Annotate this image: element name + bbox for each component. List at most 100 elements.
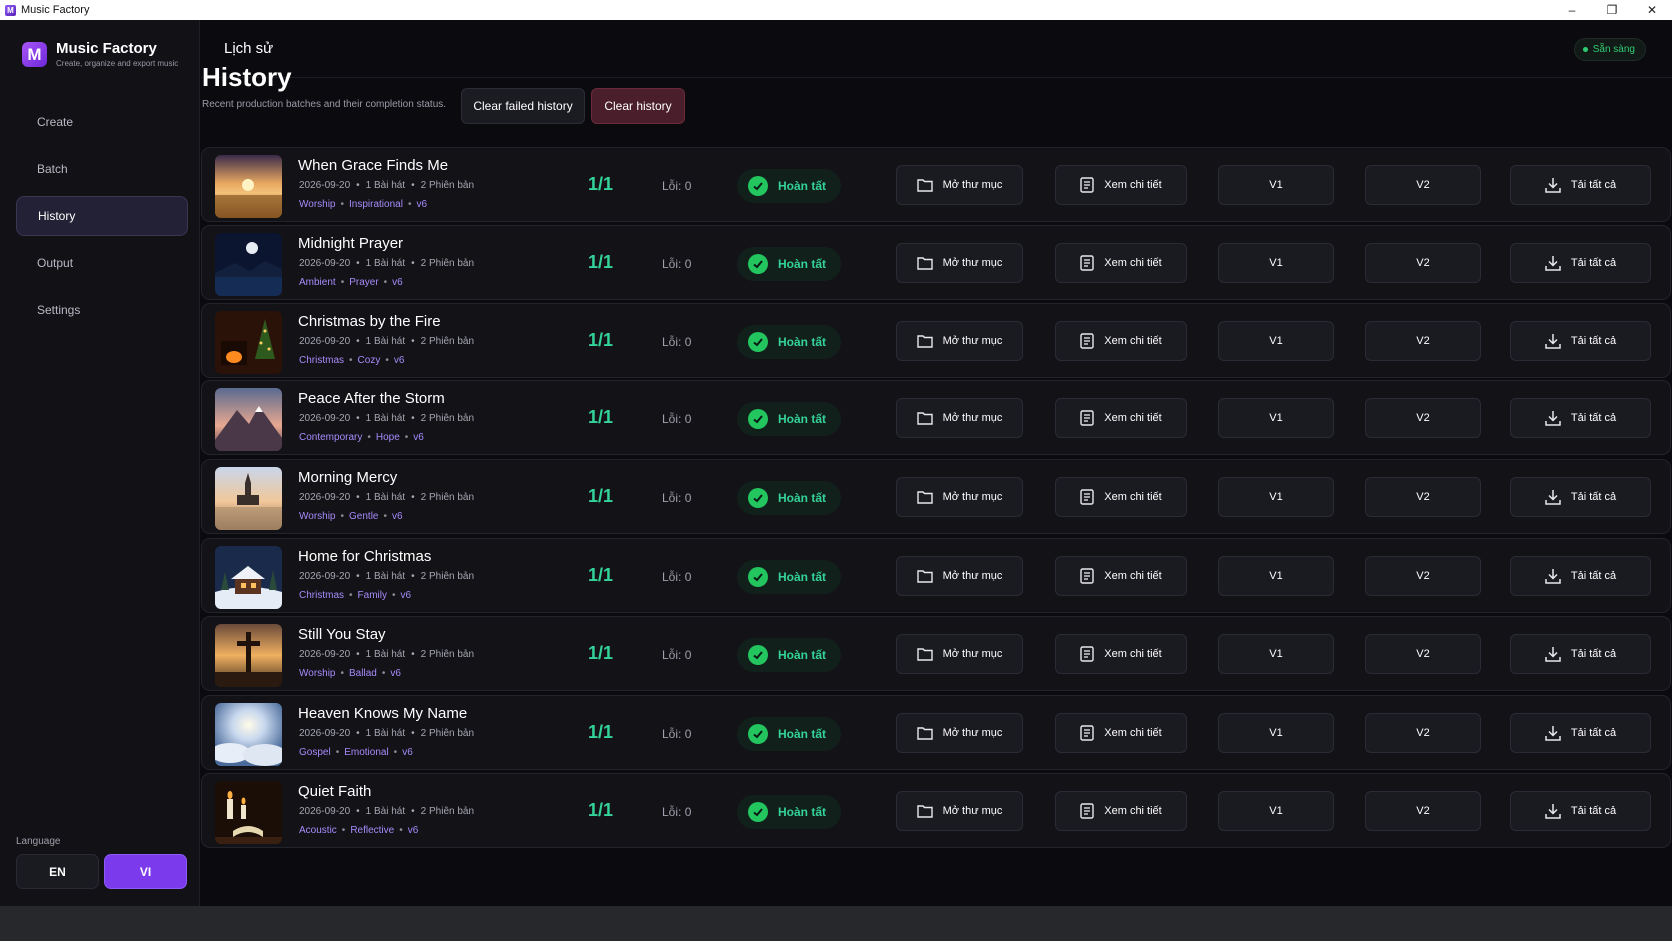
error-label: Lỗi: [662, 335, 685, 349]
tag: v6 [416, 199, 428, 210]
row-title: Morning Mercy [298, 469, 398, 486]
row-tags: Worship • Gentle • v6 [299, 511, 403, 522]
view-detail-button[interactable]: Xem chi tiết [1055, 165, 1187, 205]
v1-button[interactable]: V1 [1218, 165, 1334, 205]
view-detail-label: Xem chi tiết [1104, 570, 1162, 582]
sidebar-item-history[interactable]: History [16, 196, 188, 236]
restore-icon[interactable]: ❐ [1592, 0, 1632, 20]
check-circle-icon [748, 332, 768, 352]
tag: v6 [392, 277, 403, 288]
v2-button[interactable]: V2 [1365, 556, 1481, 596]
row-title: Still You Stay [298, 626, 386, 643]
status-badge: Hoàn tất [737, 717, 841, 751]
open-folder-label: Mở thư mục [942, 727, 1003, 739]
view-detail-button[interactable]: Xem chi tiết [1055, 713, 1187, 753]
open-folder-button[interactable]: Mở thư mục [896, 321, 1023, 361]
row-version-count: 2 Phiên bản [420, 336, 475, 347]
download-all-label: Tải tất cả [1570, 257, 1617, 269]
tag: Contemporary [299, 432, 363, 443]
row-date: 2026-09-20 [299, 728, 351, 739]
open-folder-button[interactable]: Mở thư mục [896, 398, 1023, 438]
v1-button[interactable]: V1 [1218, 243, 1334, 283]
v2-button[interactable]: V2 [1365, 398, 1481, 438]
separator-dot: • [385, 355, 389, 366]
v2-button[interactable]: V2 [1365, 791, 1481, 831]
minimize-icon[interactable]: – [1552, 0, 1592, 20]
v1-button[interactable]: V1 [1218, 398, 1334, 438]
status-badge: Hoàn tất [737, 560, 841, 594]
separator-dot: • [404, 432, 409, 443]
status-badge: Hoàn tất [737, 247, 841, 281]
close-icon[interactable]: ✕ [1632, 0, 1672, 20]
v1-button[interactable]: V1 [1218, 713, 1334, 753]
row-meta: 2026-09-20 • 1 Bài hát • 2 Phiên bản [299, 649, 474, 660]
row-tags: Christmas • Family • v6 [299, 590, 411, 601]
row-version-count: 2 Phiên bản [420, 806, 475, 817]
view-detail-button[interactable]: Xem chi tiết [1055, 477, 1187, 517]
brand-logo-icon: M [22, 42, 47, 67]
tag: v6 [392, 511, 403, 522]
v2-button[interactable]: V2 [1365, 165, 1481, 205]
download-all-button[interactable]: Tải tất cả [1510, 398, 1651, 438]
download-all-button[interactable]: Tải tất cả [1510, 713, 1651, 753]
download-all-button[interactable]: Tải tất cả [1510, 556, 1651, 596]
view-detail-button[interactable]: Xem chi tiết [1055, 398, 1187, 438]
open-folder-button[interactable]: Mở thư mục [896, 243, 1023, 283]
v1-button[interactable]: V1 [1218, 556, 1334, 596]
download-all-label: Tải tất cả [1570, 648, 1617, 660]
v1-button[interactable]: V1 [1218, 321, 1334, 361]
view-detail-button[interactable]: Xem chi tiết [1055, 791, 1187, 831]
download-all-button[interactable]: Tải tất cả [1510, 791, 1651, 831]
language-button-en[interactable]: EN [16, 854, 99, 889]
progress-count: 1/1 [588, 174, 614, 194]
v2-button[interactable]: V2 [1365, 477, 1481, 517]
view-detail-button[interactable]: Xem chi tiết [1055, 321, 1187, 361]
sidebar-item-settings[interactable]: Settings [16, 290, 188, 330]
open-folder-button[interactable]: Mở thư mục [896, 713, 1023, 753]
download-all-button[interactable]: Tải tất cả [1510, 243, 1651, 283]
row-meta: 2026-09-20 • 1 Bài hát • 2 Phiên bản [299, 258, 474, 269]
open-folder-label: Mở thư mục [942, 335, 1003, 347]
progress-count: 1/1 [588, 407, 614, 427]
check-circle-icon [748, 176, 768, 196]
tag: Worship [299, 511, 336, 522]
v2-button[interactable]: V2 [1365, 634, 1481, 674]
download-all-button[interactable]: Tải tất cả [1510, 477, 1651, 517]
language-button-vi[interactable]: VI [104, 854, 187, 889]
folder-icon [916, 257, 933, 270]
open-folder-button[interactable]: Mở thư mục [896, 165, 1023, 205]
error-label: Lỗi: [662, 179, 685, 193]
row-meta: 2026-09-20 • 1 Bài hát • 2 Phiên bản [299, 336, 474, 347]
row-tags: Worship • Ballad • v6 [299, 668, 401, 679]
cover-thumbnail [215, 311, 282, 374]
clear-failed-history-button[interactable]: Clear failed history [461, 88, 585, 124]
sidebar-item-output[interactable]: Output [16, 243, 188, 283]
sidebar-item-create[interactable]: Create [16, 102, 188, 142]
v1-button[interactable]: V1 [1218, 634, 1334, 674]
v2-button[interactable]: V2 [1365, 321, 1481, 361]
view-detail-button[interactable]: Xem chi tiết [1055, 634, 1187, 674]
row-date: 2026-09-20 [299, 806, 351, 817]
open-folder-button[interactable]: Mở thư mục [896, 477, 1023, 517]
open-folder-button[interactable]: Mở thư mục [896, 791, 1023, 831]
v1-button[interactable]: V1 [1218, 791, 1334, 831]
download-all-button[interactable]: Tải tất cả [1510, 634, 1651, 674]
sidebar-item-batch[interactable]: Batch [16, 149, 188, 189]
download-all-button[interactable]: Tải tất cả [1510, 165, 1651, 205]
tag: Ambient [299, 277, 336, 288]
view-detail-button[interactable]: Xem chi tiết [1055, 556, 1187, 596]
download-all-button[interactable]: Tải tất cả [1510, 321, 1651, 361]
cover-thumbnail [215, 233, 282, 296]
check-circle-icon [748, 724, 768, 744]
v1-button[interactable]: V1 [1218, 477, 1334, 517]
clear-history-button[interactable]: Clear history [591, 88, 685, 124]
document-icon [1080, 255, 1094, 271]
status-label: Hoàn tất [778, 648, 826, 662]
open-folder-button[interactable]: Mở thư mục [896, 556, 1023, 596]
check-circle-icon [748, 645, 768, 665]
v2-button[interactable]: V2 [1365, 713, 1481, 753]
open-folder-button[interactable]: Mở thư mục [896, 634, 1023, 674]
download-icon [1545, 490, 1561, 505]
view-detail-button[interactable]: Xem chi tiết [1055, 243, 1187, 283]
v2-button[interactable]: V2 [1365, 243, 1481, 283]
